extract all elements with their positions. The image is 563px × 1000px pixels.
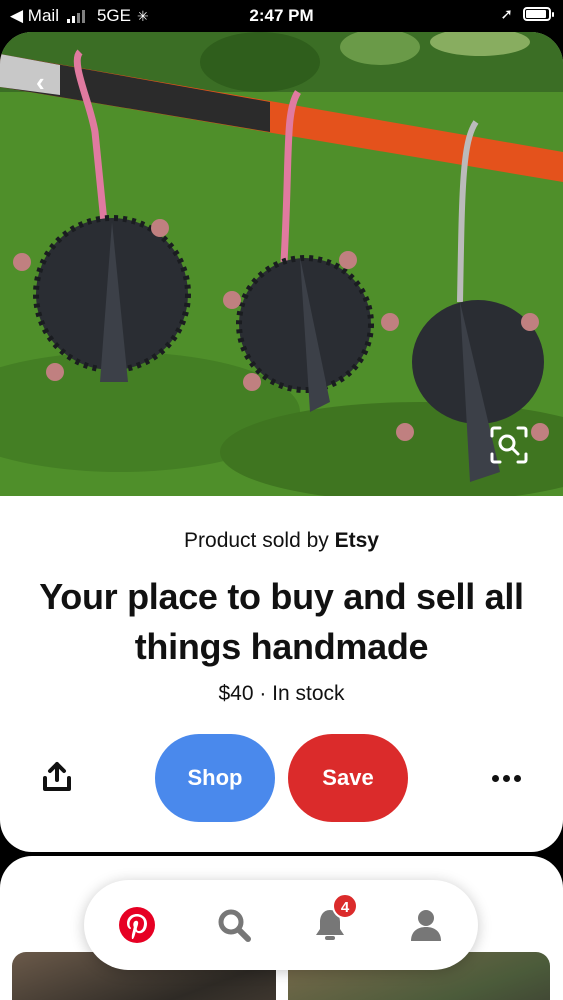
shop-button[interactable]: Shop bbox=[155, 734, 275, 822]
product-title: Your place to buy and sell all things ha… bbox=[39, 576, 524, 667]
seller-name[interactable]: Etsy bbox=[335, 529, 379, 552]
status-right: ➚ bbox=[500, 5, 554, 23]
pinterest-home-icon[interactable] bbox=[117, 905, 157, 945]
search-icon[interactable] bbox=[214, 905, 254, 945]
profile-icon[interactable] bbox=[406, 905, 446, 945]
sold-by-line: Product sold by Etsy bbox=[0, 529, 563, 553]
status-bar: ◀ Mail 5GE ✳ 2:47 PM ➚ bbox=[0, 0, 563, 32]
bottom-nav bbox=[84, 880, 478, 970]
share-icon[interactable] bbox=[40, 760, 74, 794]
price-and-stock: $40 · In stock bbox=[218, 682, 345, 705]
sold-by-prefix: Product sold by bbox=[184, 529, 329, 552]
location-icon: ➚ bbox=[500, 6, 513, 23]
notification-badge: 4 bbox=[332, 893, 358, 919]
product-photo bbox=[0, 32, 563, 496]
battery-icon bbox=[523, 7, 554, 21]
status-time: 2:47 PM bbox=[249, 6, 314, 25]
product-card: ‹ Product sold by Etsy Your place to buy… bbox=[0, 32, 563, 852]
more-icon[interactable] bbox=[488, 770, 524, 786]
back-arrow-icon[interactable]: ‹ bbox=[36, 68, 64, 96]
visual-search-icon[interactable] bbox=[486, 422, 532, 468]
product-image[interactable]: ‹ bbox=[0, 32, 563, 496]
save-button[interactable]: Save bbox=[288, 734, 408, 822]
